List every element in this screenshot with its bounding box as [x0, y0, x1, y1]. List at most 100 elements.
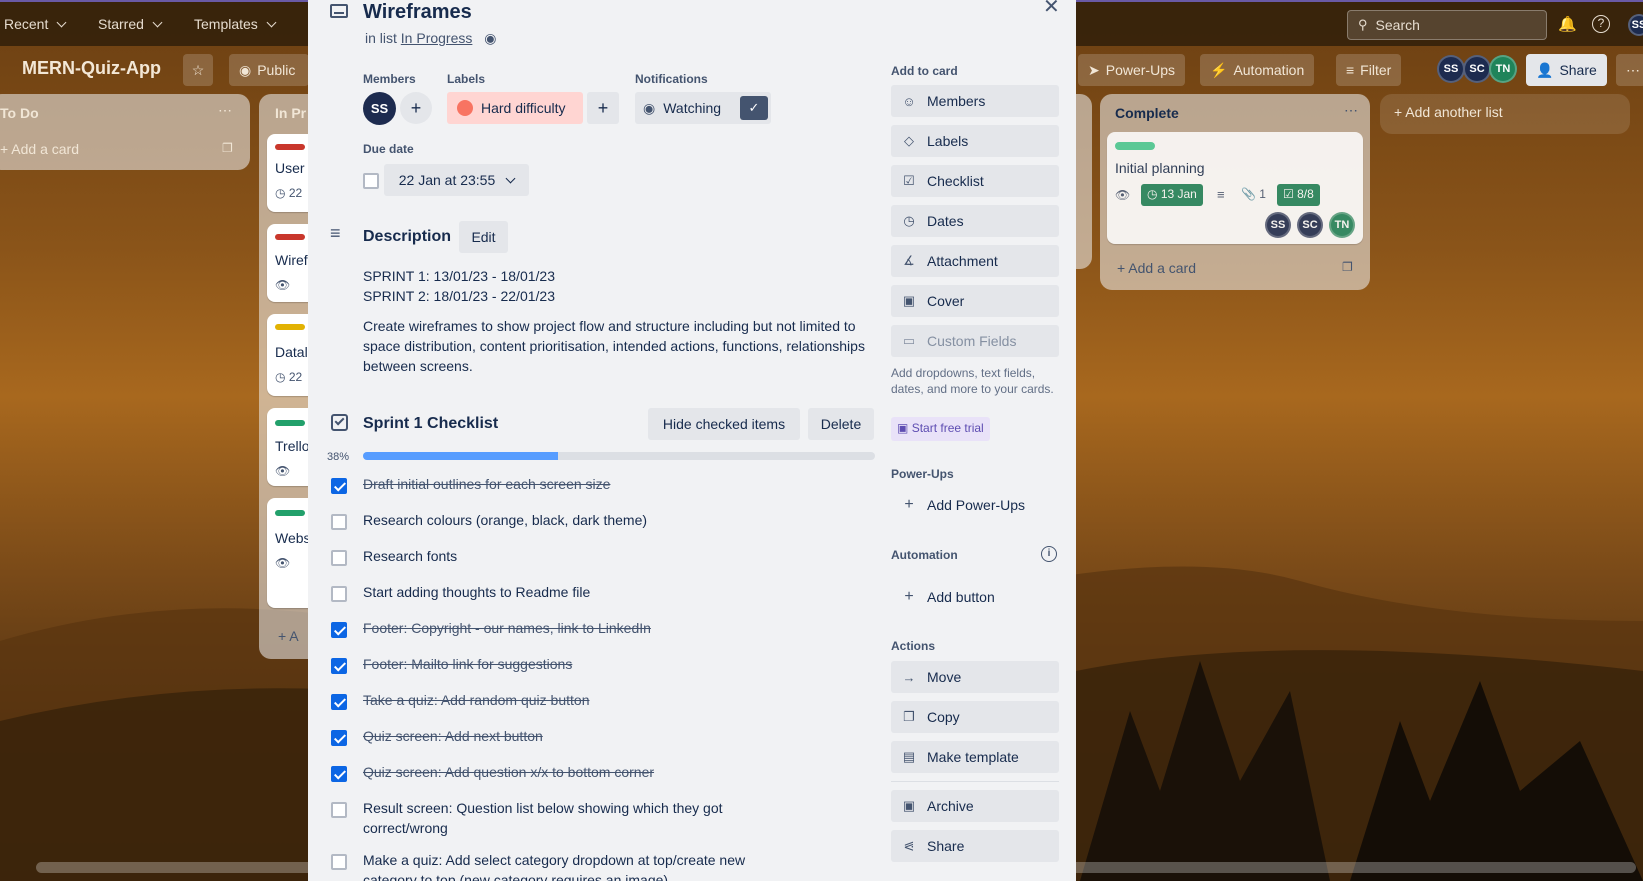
visibility-button[interactable]: ◉ Public — [229, 54, 309, 86]
checklist-item-checkbox[interactable] — [331, 478, 347, 494]
filter-button[interactable]: ≡ Filter — [1336, 54, 1402, 86]
move-button-label: Move — [927, 669, 962, 685]
checklist-item-text[interactable]: Make a quiz: Add select category dropdow… — [363, 850, 773, 881]
checklist-item-checkbox[interactable] — [331, 622, 347, 638]
labels-button[interactable]: ◇ Labels — [891, 125, 1059, 157]
search-input[interactable]: ⚲ Search — [1347, 10, 1547, 40]
cover-button[interactable]: ▣ Cover — [891, 285, 1059, 317]
description-title: Description — [363, 228, 452, 245]
checklist-item-text[interactable]: Result screen: Question list below showi… — [363, 798, 773, 838]
nav-templates[interactable]: Templates — [194, 16, 277, 32]
nav-templates-label: Templates — [194, 16, 258, 32]
attachment-button[interactable]: ∡ Attachment — [891, 245, 1059, 277]
make-template-label: Make template — [927, 749, 1019, 765]
checklist-item-text[interactable]: Footer: Copyright - our names, link to L… — [363, 618, 863, 638]
add-card-in-progress[interactable]: + A — [278, 628, 299, 644]
add-card-complete[interactable]: + Add a card — [1117, 260, 1196, 276]
checklist-item-text[interactable]: Take a quiz: Add random quiz button — [363, 690, 863, 710]
checklist-item-text[interactable]: Start adding thoughts to Readme file — [363, 582, 863, 602]
card-title[interactable]: Wireframes — [363, 1, 472, 24]
checklist-item-text[interactable]: Footer: Mailto link for suggestions — [363, 654, 863, 674]
edit-description-button[interactable]: Edit — [459, 221, 508, 253]
list-item[interactable]: Initial planning 👁 ◷ 13 Jan ≡ 📎 1 ☑ 8/8 … — [1107, 132, 1363, 244]
checklist-item-text[interactable]: Research fonts — [363, 546, 863, 566]
list-menu-icon[interactable]: ⋯ — [218, 102, 232, 119]
add-powerups-button[interactable]: + Add Power-Ups — [891, 489, 1059, 521]
description-icon: ≡ — [330, 223, 341, 243]
member-avatar[interactable]: SS — [363, 92, 396, 125]
dates-button[interactable]: ◷ Dates — [891, 205, 1059, 237]
info-icon[interactable]: i — [1041, 546, 1057, 562]
due-date-label: 22 Jan at 23:55 — [398, 172, 496, 188]
notifications-bell-icon[interactable]: 🔔 — [1558, 15, 1577, 33]
card-title: Initial planning — [1115, 160, 1205, 176]
checklist-item-checkbox[interactable] — [331, 550, 347, 566]
share-icon: ⪗ — [903, 838, 915, 853]
card-title: Datal — [275, 344, 308, 360]
card-due-label: 13 Jan — [1160, 187, 1197, 201]
custom-fields-button[interactable]: ▭ Custom Fields — [891, 325, 1059, 357]
star-icon[interactable]: ☆ — [183, 54, 213, 86]
checklist-button-label: Checklist — [927, 173, 984, 189]
description-line: SPRINT 1: 13/01/23 - 18/01/23 — [363, 268, 555, 284]
checklist-item-text[interactable]: Draft initial outlines for each screen s… — [363, 474, 863, 494]
checklist-item-text[interactable]: Quiz screen: Add question x/x to bottom … — [363, 762, 863, 782]
add-automation-button[interactable]: + Add button — [891, 581, 1059, 613]
nav-starred[interactable]: Starred — [98, 16, 163, 32]
cover-button-label: Cover — [927, 293, 965, 309]
more-menu-icon[interactable]: ⋯ — [1616, 54, 1643, 86]
label-chip[interactable]: Hard difficulty — [447, 92, 583, 124]
share-board-button[interactable]: 👤 Share — [1526, 54, 1607, 86]
checklist-item-checkbox[interactable] — [331, 658, 347, 674]
board-member-avatar[interactable]: TN — [1489, 55, 1517, 83]
template-card-icon[interactable]: ❐ — [222, 141, 233, 155]
check-icon[interactable]: ✓ — [740, 96, 768, 120]
close-icon[interactable]: ✕ — [1043, 0, 1060, 19]
template-card-icon[interactable]: ❐ — [1342, 260, 1353, 274]
move-button[interactable]: → Move — [891, 661, 1059, 693]
search-placeholder: Search — [1375, 17, 1420, 33]
checklist-item-checkbox[interactable] — [331, 802, 347, 818]
checklist-item-checkbox[interactable] — [331, 730, 347, 746]
hide-checked-button[interactable]: Hide checked items — [648, 408, 800, 440]
checklist-title[interactable]: Sprint 1 Checklist — [363, 415, 498, 433]
due-date-button[interactable]: 22 Jan at 23:55 — [384, 164, 529, 196]
checklist-item-checkbox[interactable] — [331, 854, 347, 870]
progress-percent: 38% — [327, 451, 350, 463]
person-icon: 👤 — [1536, 61, 1554, 78]
powerups-button[interactable]: ➤ Power-Ups — [1078, 54, 1185, 86]
checklist-item-checkbox[interactable] — [331, 694, 347, 710]
due-complete-checkbox[interactable] — [363, 173, 379, 189]
share-card-button[interactable]: ⪗ Share — [891, 830, 1059, 862]
make-template-button[interactable]: ▤ Make template — [891, 741, 1059, 773]
checklist-item-checkbox[interactable] — [331, 514, 347, 530]
members-button[interactable]: ☺ Members — [891, 85, 1059, 117]
card-title: Trello — [275, 438, 310, 454]
in-list-link[interactable]: In Progress — [401, 30, 473, 46]
checklist-item-text[interactable]: Research colours (orange, black, dark th… — [363, 510, 863, 530]
board-member-avatar[interactable]: SC — [1463, 55, 1491, 83]
list-edge — [1076, 94, 1092, 269]
board-member-avatar[interactable]: SS — [1437, 55, 1465, 83]
user-avatar[interactable]: SS — [1628, 14, 1643, 36]
copy-button[interactable]: ❐ Copy — [891, 701, 1059, 733]
add-another-list-button[interactable]: + Add another list — [1380, 94, 1630, 134]
add-label-button[interactable]: + — [587, 92, 619, 124]
checklist-item-checkbox[interactable] — [331, 766, 347, 782]
custom-fields-button-label: Custom Fields — [927, 333, 1017, 349]
help-icon[interactable]: ? — [1592, 15, 1610, 33]
nav-recent[interactable]: Recent — [4, 16, 67, 32]
label-bar — [1115, 142, 1155, 150]
checklist-item-checkbox[interactable] — [331, 586, 347, 602]
checklist-item-text[interactable]: Quiz screen: Add next button — [363, 726, 863, 746]
archive-button[interactable]: ▣ Archive — [891, 790, 1059, 822]
checklist-button[interactable]: ☑ Checklist — [891, 165, 1059, 197]
list-menu-icon[interactable]: ⋯ — [1344, 102, 1358, 119]
start-trial-button[interactable]: ▣ Start free trial — [891, 417, 990, 441]
add-member-button[interactable]: + — [400, 92, 432, 124]
add-card-todo[interactable]: + Add a card — [0, 141, 79, 157]
delete-checklist-button[interactable]: Delete — [808, 408, 874, 440]
automation-button[interactable]: ⚡ Automation — [1200, 54, 1315, 86]
board-title[interactable]: MERN-Quiz-App — [22, 58, 161, 79]
card-title: Webs — [275, 530, 311, 546]
